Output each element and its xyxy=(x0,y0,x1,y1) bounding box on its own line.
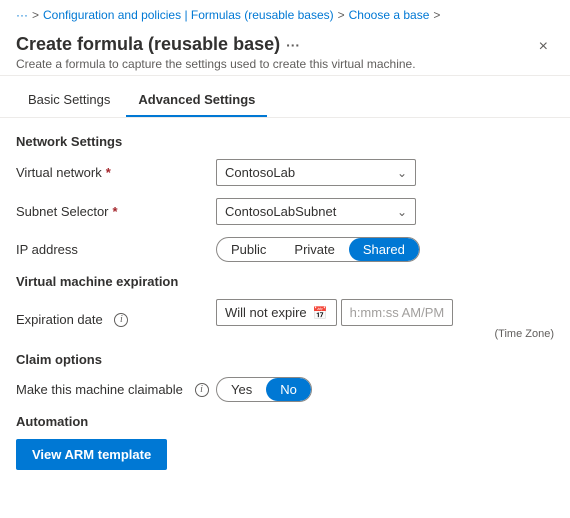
time-input-field[interactable]: h:mm:ss AM/PM xyxy=(341,299,454,326)
view-arm-template-button[interactable]: View ARM template xyxy=(16,439,167,470)
date-value: Will not expire xyxy=(225,305,307,320)
expiration-date-control: Will not expire 📅 h:mm:ss AM/PM (Time Zo… xyxy=(216,299,554,340)
expiration-date-row: Expiration date i Will not expire 📅 h:mm… xyxy=(16,299,554,340)
panel-header: Create formula (reusable base) ··· Creat… xyxy=(0,30,570,76)
subnet-label: Subnet Selector * xyxy=(16,204,216,219)
claimable-label: Make this machine claimable i xyxy=(16,382,216,397)
required-star-subnet: * xyxy=(113,204,118,219)
virtual-network-control: ContosoLab ⌄ xyxy=(216,159,554,186)
breadcrumb-sep1: > xyxy=(32,8,39,22)
claimable-toggle-group: Yes No xyxy=(216,377,312,402)
subnet-row: Subnet Selector * ContosoLabSubnet ⌄ xyxy=(16,198,554,225)
expiration-info-icon[interactable]: i xyxy=(114,313,128,327)
automation-title: Automation xyxy=(16,414,554,429)
tab-advanced[interactable]: Advanced Settings xyxy=(126,84,267,117)
tab-bar: Basic Settings Advanced Settings xyxy=(0,84,570,118)
breadcrumb-dots: ··· xyxy=(16,8,28,22)
vnet-chevron-icon: ⌄ xyxy=(397,166,407,180)
tab-basic[interactable]: Basic Settings xyxy=(16,84,122,117)
breadcrumb-sep2: > xyxy=(338,8,345,22)
claimable-no[interactable]: No xyxy=(266,378,311,401)
virtual-network-dropdown[interactable]: ContosoLab ⌄ xyxy=(216,159,416,186)
claim-options-title: Claim options xyxy=(16,352,554,367)
date-time-row: Will not expire 📅 h:mm:ss AM/PM xyxy=(216,299,554,326)
expiration-title: Virtual machine expiration xyxy=(16,274,554,289)
virtual-network-value: ContosoLab xyxy=(225,165,295,180)
claimable-yes[interactable]: Yes xyxy=(217,378,266,401)
subnet-control: ContosoLabSubnet ⌄ xyxy=(216,198,554,225)
breadcrumb-item2[interactable]: Choose a base xyxy=(349,8,430,22)
breadcrumb: ··· > Configuration and policies | Formu… xyxy=(0,0,570,30)
panel-title-dots: ··· xyxy=(286,37,300,53)
claimable-row: Make this machine claimable i Yes No xyxy=(16,377,554,402)
panel-title-row: Create formula (reusable base) ··· xyxy=(16,34,416,55)
close-button[interactable]: × xyxy=(533,36,554,58)
timezone-note: (Time Zone) xyxy=(216,328,554,340)
subnet-dropdown[interactable]: ContosoLabSubnet ⌄ xyxy=(216,198,416,225)
subnet-chevron-icon: ⌄ xyxy=(397,205,407,219)
ip-option-private[interactable]: Private xyxy=(280,238,348,261)
panel-subtitle: Create a formula to capture the settings… xyxy=(16,57,416,71)
ip-option-shared[interactable]: Shared xyxy=(349,238,419,261)
breadcrumb-item1[interactable]: Configuration and policies | Formulas (r… xyxy=(43,8,334,22)
ip-option-public[interactable]: Public xyxy=(217,238,280,261)
ip-address-control: Public Private Shared xyxy=(216,237,554,262)
expiration-date-label: Expiration date i xyxy=(16,312,216,327)
breadcrumb-sep3: > xyxy=(433,8,440,22)
calendar-icon: 📅 xyxy=(313,306,328,320)
ip-toggle-group: Public Private Shared xyxy=(216,237,420,262)
virtual-network-row: Virtual network * ContosoLab ⌄ xyxy=(16,159,554,186)
required-star-vnet: * xyxy=(106,165,111,180)
main-content: Network Settings Virtual network * Conto… xyxy=(0,118,570,486)
claimable-control: Yes No xyxy=(216,377,554,402)
virtual-network-label: Virtual network * xyxy=(16,165,216,180)
subnet-value: ContosoLabSubnet xyxy=(225,204,336,219)
panel-title-text: Create formula (reusable base) xyxy=(16,34,280,55)
network-settings-title: Network Settings xyxy=(16,134,554,149)
claim-info-icon[interactable]: i xyxy=(195,383,209,397)
ip-address-label: IP address xyxy=(16,242,216,257)
ip-address-row: IP address Public Private Shared xyxy=(16,237,554,262)
date-input-field[interactable]: Will not expire 📅 xyxy=(216,299,337,326)
time-placeholder: h:mm:ss AM/PM xyxy=(350,305,445,320)
